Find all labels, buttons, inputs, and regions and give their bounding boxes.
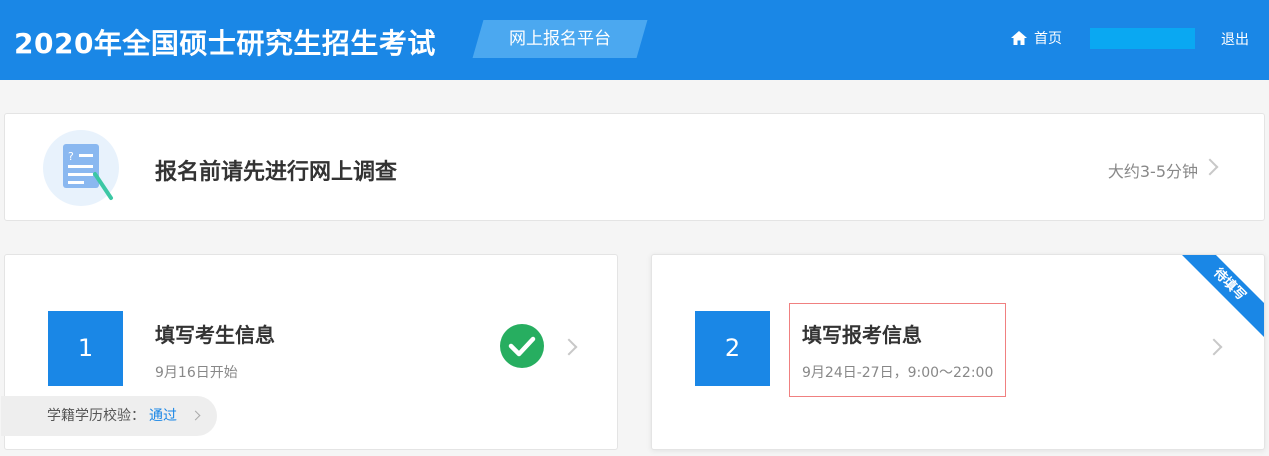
step-date: 9月24日-27日，9:00～22:00	[802, 365, 994, 381]
step-date: 9月16日开始	[155, 365, 238, 381]
chevron-right-icon	[560, 338, 578, 356]
step-card-fill-application-info[interactable]: 2 填写报考信息 9月24日-27日，9:00～22:00 待填写	[651, 254, 1265, 450]
pending-ribbon: 待填写	[1167, 255, 1264, 347]
logout-link[interactable]: 退出	[1221, 29, 1249, 49]
top-header: 2020年全国硕士研究生招生考试 网上报名平台 首页 退出	[0, 0, 1269, 80]
chevron-right-icon	[1205, 338, 1223, 356]
chevron-right-icon	[190, 410, 201, 421]
survey-card[interactable]: ? 报名前请先进行网上调查 大约3-5分钟	[4, 113, 1265, 221]
home-icon	[1011, 31, 1027, 45]
step-title: 填写考生信息	[155, 323, 275, 347]
check-circle-icon	[500, 324, 544, 368]
exam-title: 2020年全国硕士研究生招生考试	[14, 27, 436, 60]
step-number: 1	[48, 311, 123, 386]
education-verify-status[interactable]: 学籍学历校验： 通过	[1, 396, 217, 436]
home-link-label: 首页	[1034, 31, 1062, 47]
survey-title: 报名前请先进行网上调查	[155, 160, 398, 185]
verify-status-passed: 通过	[149, 408, 177, 424]
svg-text:?: ?	[68, 150, 74, 163]
highlight-box	[789, 303, 1006, 397]
questionnaire-icon: ?	[43, 130, 119, 206]
home-link[interactable]: 首页	[1010, 28, 1062, 48]
step-number: 2	[695, 311, 770, 386]
step-card-fill-candidate-info[interactable]: 1 填写考生信息 9月16日开始 学籍学历校验： 通过	[1, 254, 618, 450]
survey-duration: 大约3-5分钟	[1107, 162, 1198, 181]
platform-tag-label: 网上报名平台	[509, 29, 611, 49]
step-title: 填写报考信息	[802, 323, 922, 347]
user-name-redacted	[1090, 28, 1195, 49]
verify-label: 学籍学历校验：	[47, 408, 145, 424]
platform-tag: 网上报名平台	[472, 20, 648, 58]
chevron-right-icon	[1201, 158, 1219, 176]
